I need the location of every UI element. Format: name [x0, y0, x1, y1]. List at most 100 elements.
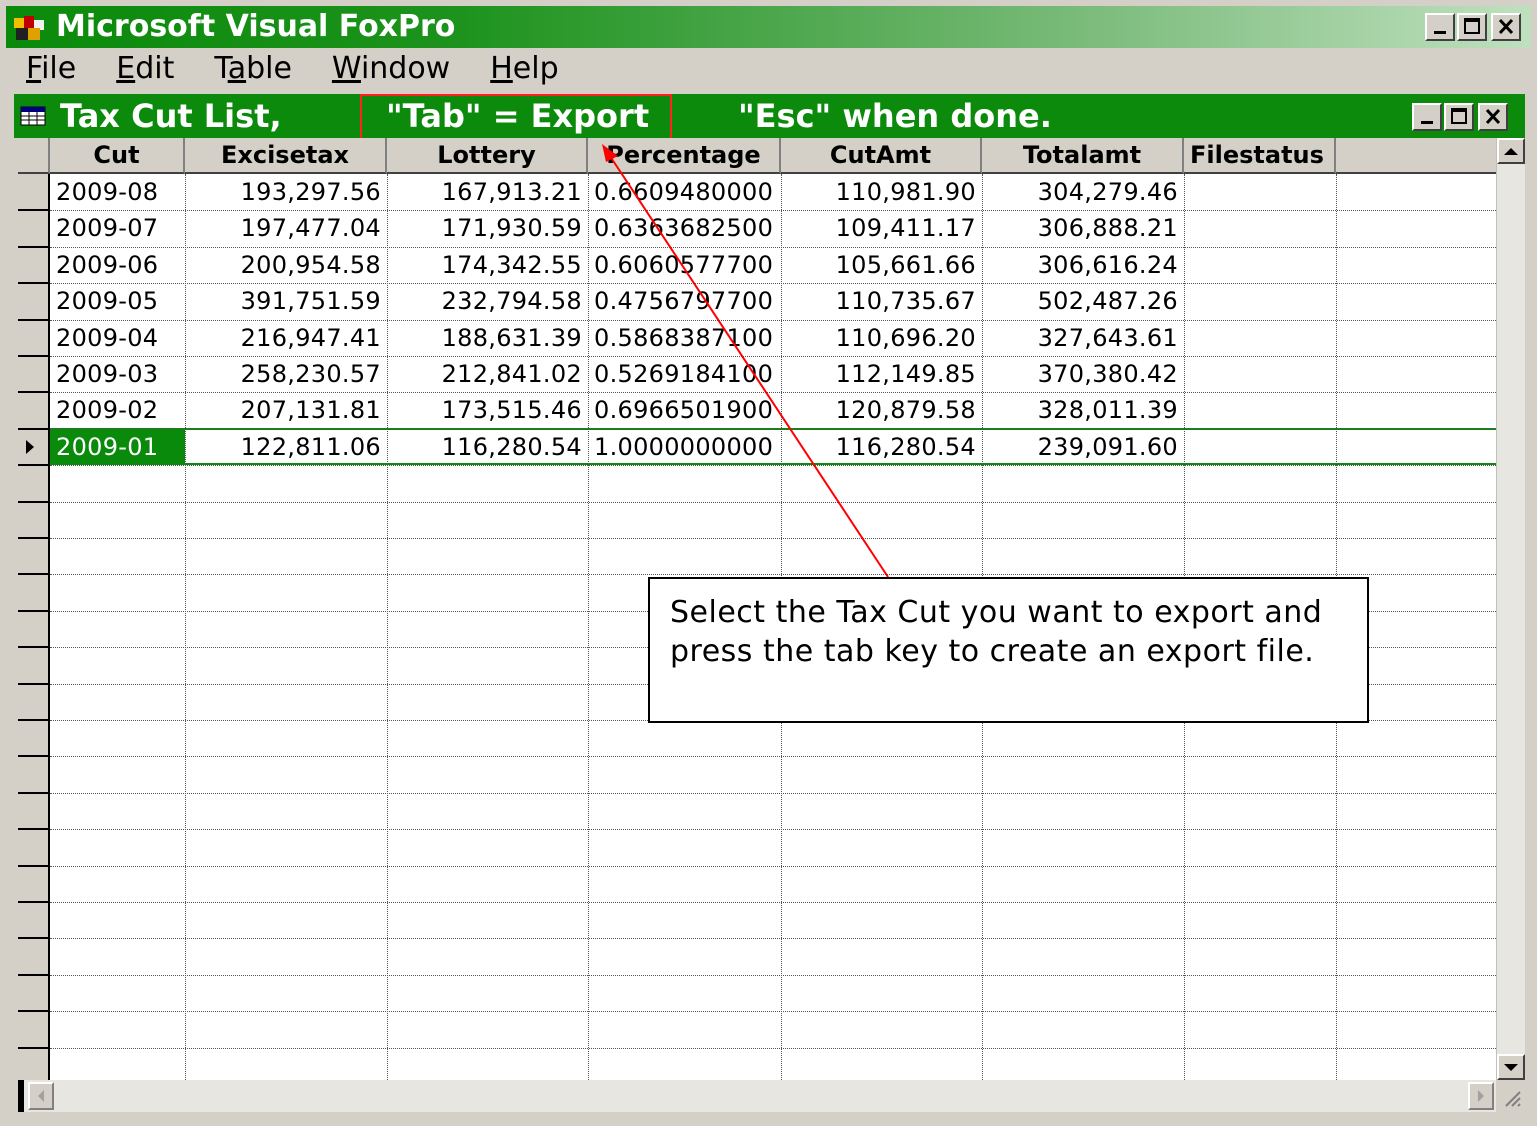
cell-lottery[interactable]: 171,930.59: [387, 210, 588, 246]
menu-table[interactable]: Table: [194, 49, 312, 89]
cell-percentage[interactable]: 0.4756797700: [588, 283, 781, 319]
cell-lottery[interactable]: 173,515.46: [387, 392, 588, 428]
cell-filestatus[interactable]: [1184, 247, 1336, 283]
selector-divider: [18, 973, 50, 976]
cell-cut[interactable]: 2009-03: [50, 356, 185, 392]
cell-excisetax[interactable]: 193,297.56: [185, 174, 387, 210]
column-header-totalamt[interactable]: Totalamt: [982, 138, 1184, 174]
selector-divider: [18, 355, 50, 357]
selector-divider: [18, 864, 50, 867]
vertical-scrollbar[interactable]: [1496, 138, 1525, 1080]
cell-excisetax[interactable]: 391,751.59: [185, 283, 387, 319]
cell-cut[interactable]: 2009-02: [50, 392, 185, 428]
cell-totalamt[interactable]: 370,380.42: [982, 356, 1184, 392]
cell-cutamt[interactable]: 105,661.66: [781, 247, 982, 283]
cell-excisetax[interactable]: 200,954.58: [185, 247, 387, 283]
cell-excisetax[interactable]: 207,131.81: [185, 392, 387, 428]
column-header-cut[interactable]: Cut: [50, 138, 185, 174]
minimize-button[interactable]: [1425, 13, 1455, 41]
table-row[interactable]: 2009-06 200,954.58 174,342.55 0.6060577700 1…: [50, 247, 1496, 283]
cell-lottery[interactable]: 188,631.39: [387, 320, 588, 356]
menu-edit[interactable]: Edit: [96, 49, 194, 89]
window-title-bar[interactable]: Tax Cut List, "Tab" = Export "Esc" when …: [14, 94, 1525, 140]
column-header-row: Cut Excisetax Lottery Percentage CutAmt …: [18, 138, 1496, 174]
cell-totalamt[interactable]: 502,487.26: [982, 283, 1184, 319]
cell-cutamt[interactable]: 120,879.58: [781, 392, 982, 428]
cell-cutamt[interactable]: 112,149.85: [781, 356, 982, 392]
cell-excisetax[interactable]: 197,477.04: [185, 210, 387, 246]
horizontal-scrollbar[interactable]: [18, 1080, 1496, 1112]
table-row[interactable]: 2009-07 197,477.04 171,930.59 0.6363682500 1…: [50, 210, 1496, 246]
child-close-button[interactable]: [1478, 103, 1508, 131]
selector-divider: [18, 1046, 50, 1049]
cell-totalamt[interactable]: 328,011.39: [982, 392, 1184, 428]
cell-filestatus[interactable]: [1184, 210, 1336, 246]
menu-help[interactable]: Help: [470, 49, 578, 89]
selector-divider: [18, 537, 50, 539]
cell-cut[interactable]: 2009-07: [50, 210, 185, 246]
maximize-button[interactable]: [1457, 13, 1487, 41]
cell-lottery[interactable]: 167,913.21: [387, 174, 588, 210]
table-row[interactable]: 2009-05 391,751.59 232,794.58 0.4756797700 1…: [50, 283, 1496, 319]
child-maximize-button[interactable]: [1444, 103, 1474, 131]
cell-percentage[interactable]: 0.5868387100: [588, 320, 781, 356]
table-row[interactable]: 2009-02 207,131.81 173,515.46 0.6966501900 1…: [50, 392, 1496, 428]
cell-totalamt[interactable]: 306,888.21: [982, 210, 1184, 246]
menu-window[interactable]: Window: [312, 49, 470, 89]
resize-grip-icon[interactable]: [1500, 1086, 1522, 1112]
cell-filestatus[interactable]: [1184, 320, 1336, 356]
cell-percentage[interactable]: 0.6060577700: [588, 247, 781, 283]
partition-splitter[interactable]: [18, 1080, 24, 1112]
cell-excisetax[interactable]: 258,230.57: [185, 356, 387, 392]
cell-filestatus[interactable]: [1184, 356, 1336, 392]
selector-divider: [18, 427, 50, 430]
grid-column-line: [185, 174, 186, 1080]
cell-cutamt[interactable]: 110,981.90: [781, 174, 982, 210]
scroll-down-button[interactable]: [1497, 1054, 1525, 1080]
column-header-excisetax[interactable]: Excisetax: [185, 138, 387, 174]
column-header-percentage[interactable]: Percentage: [588, 138, 781, 174]
close-button[interactable]: [1491, 13, 1521, 41]
column-header-cutamt[interactable]: CutAmt: [781, 138, 982, 174]
child-minimize-button[interactable]: [1412, 103, 1442, 131]
cell-lottery[interactable]: 212,841.02: [387, 356, 588, 392]
cell-cutamt[interactable]: 110,696.20: [781, 320, 982, 356]
cell-cutamt[interactable]: 110,735.67: [781, 283, 982, 319]
scroll-up-button[interactable]: [1497, 138, 1525, 164]
selector-divider: [18, 646, 50, 649]
table-row[interactable]: 2009-04 216,947.41 188,631.39 0.5868387100 1…: [50, 320, 1496, 356]
table-row[interactable]: 2009-03 258,230.57 212,841.02 0.5269184100 1…: [50, 356, 1496, 392]
grid-row-line: [50, 319, 1496, 321]
cell-cut[interactable]: 2009-06: [50, 247, 185, 283]
cell-percentage[interactable]: 0.6363682500: [588, 210, 781, 246]
cell-percentage[interactable]: 0.5269184100: [588, 356, 781, 392]
column-header-filestatus[interactable]: Filestatus: [1184, 138, 1336, 174]
cell-percentage[interactable]: 0.6966501900: [588, 392, 781, 428]
menu-file[interactable]: File: [6, 49, 96, 89]
grid-row-line: [50, 428, 1496, 430]
cell-filestatus[interactable]: [1184, 392, 1336, 428]
cell-percentage[interactable]: 0.6609480000: [588, 174, 781, 210]
cell-cut[interactable]: 2009-05: [50, 283, 185, 319]
scroll-right-button[interactable]: [1468, 1082, 1494, 1110]
cell-filestatus[interactable]: [1184, 174, 1336, 210]
record-selector-column[interactable]: [18, 174, 50, 1080]
cell-cutamt[interactable]: 109,411.17: [781, 210, 982, 246]
cell-filestatus[interactable]: [1184, 283, 1336, 319]
cell-totalamt[interactable]: 306,616.24: [982, 247, 1184, 283]
cell-totalamt[interactable]: 304,279.46: [982, 174, 1184, 210]
cell-cut[interactable]: 2009-04: [50, 320, 185, 356]
scroll-left-button[interactable]: [28, 1082, 54, 1110]
cell-cut[interactable]: 2009-08: [50, 174, 185, 210]
cell-lottery[interactable]: 174,342.55: [387, 247, 588, 283]
grid-row-line: [50, 1011, 1496, 1013]
selector-divider: [18, 391, 50, 394]
cell-excisetax[interactable]: 216,947.41: [185, 320, 387, 356]
app-title-bar[interactable]: Microsoft Visual FoxPro: [6, 6, 1531, 48]
grid-row-line: [50, 938, 1496, 940]
column-header-lottery[interactable]: Lottery: [387, 138, 588, 174]
table-row[interactable]: 2009-08 193,297.56 167,913.21 0.6609480000 1…: [50, 174, 1496, 210]
cell-totalamt[interactable]: 327,643.61: [982, 320, 1184, 356]
cell-lottery[interactable]: 232,794.58: [387, 283, 588, 319]
grid-row-line: [50, 465, 1496, 467]
